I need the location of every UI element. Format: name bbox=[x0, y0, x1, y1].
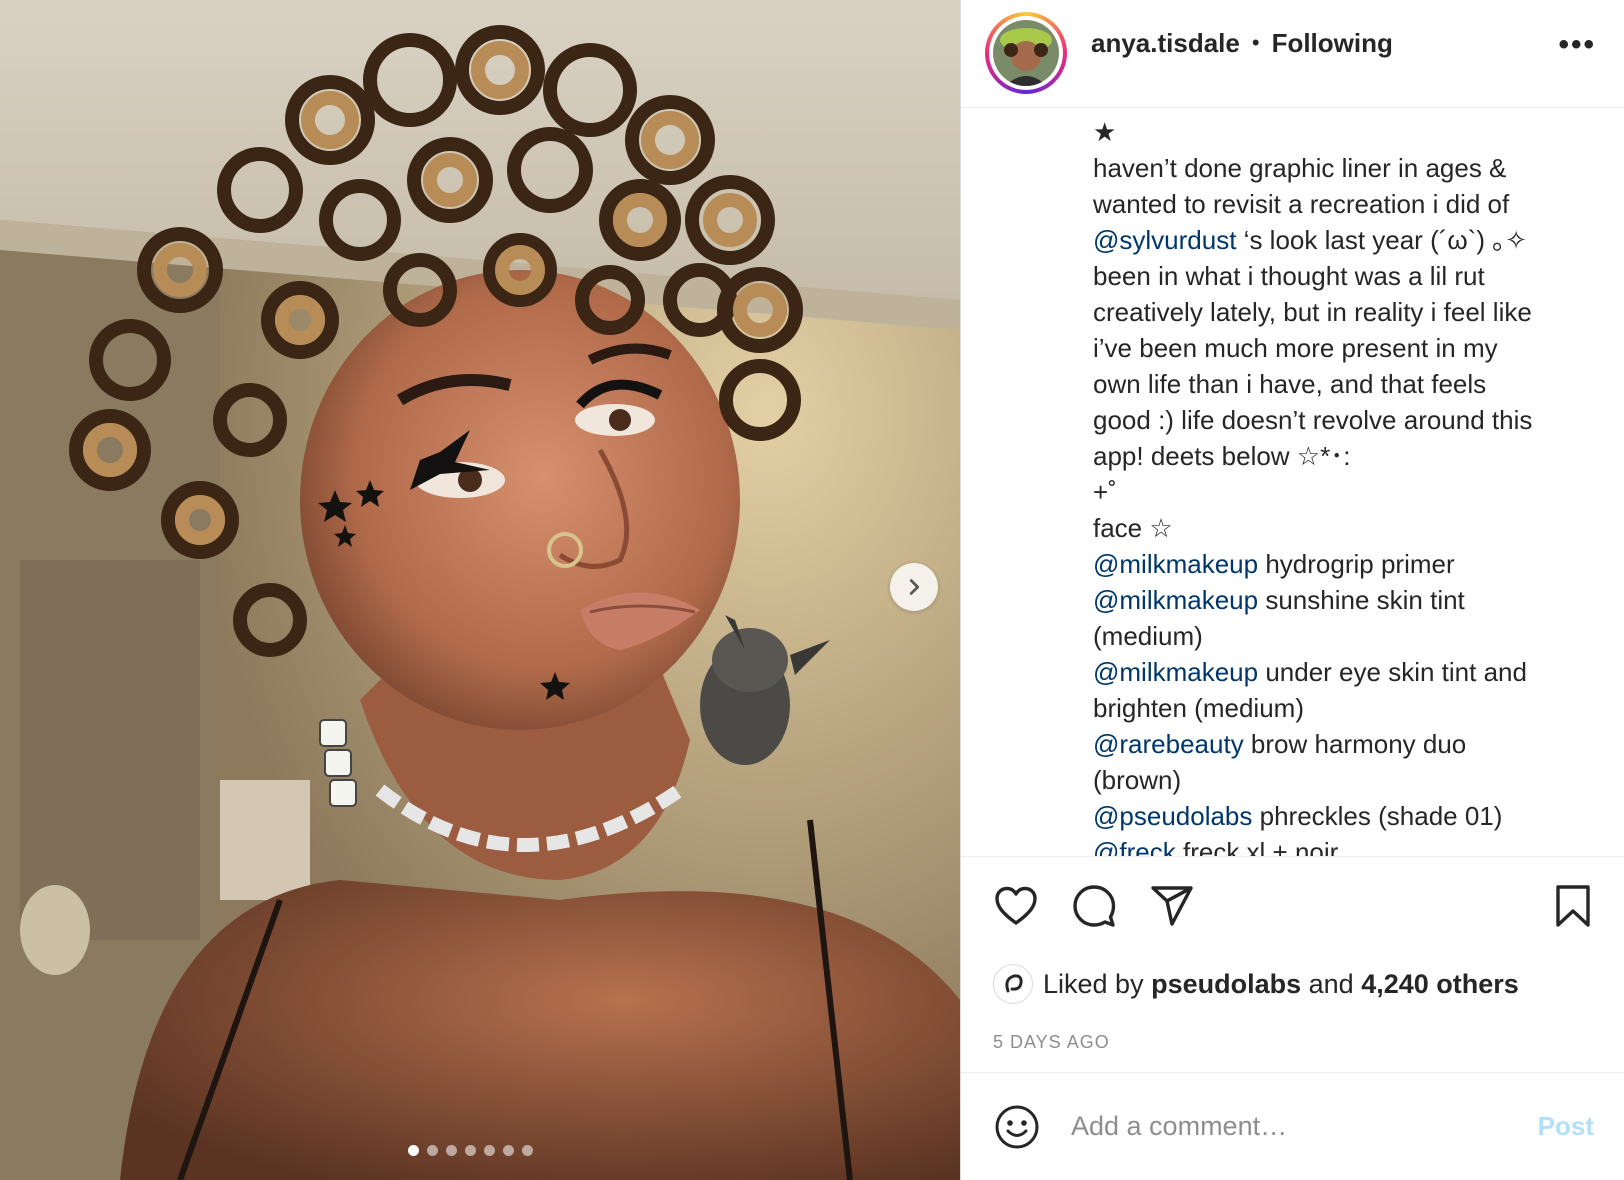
carousel-dot bbox=[503, 1145, 514, 1156]
share-button[interactable] bbox=[1145, 879, 1199, 933]
post-image bbox=[0, 0, 960, 1180]
avatar bbox=[993, 20, 1059, 87]
carousel-dot bbox=[465, 1145, 476, 1156]
likes-middle: and bbox=[1308, 968, 1354, 999]
post-comment-button[interactable]: Post bbox=[1532, 1110, 1600, 1143]
comment-button[interactable] bbox=[1067, 879, 1121, 933]
post-timestamp[interactable]: 5 DAYS AGO bbox=[961, 1032, 1624, 1072]
caption-text: brighten (medium) bbox=[1093, 692, 1304, 723]
save-button[interactable] bbox=[1546, 879, 1600, 933]
caption-line: @milkmakeup hydrogrip primer bbox=[1093, 546, 1593, 582]
caption-line: good :) life doesn’t revolve around this bbox=[1093, 402, 1593, 438]
mention-link[interactable]: @sylvurdust bbox=[1093, 225, 1236, 255]
caption-text: (brown) bbox=[1093, 764, 1182, 795]
smiley-icon bbox=[995, 1105, 1039, 1149]
caption-line: face ☆ bbox=[1093, 510, 1593, 546]
caption-text: i’ve been much more present in my bbox=[1093, 332, 1498, 363]
caption-line: brighten (medium) bbox=[1093, 690, 1593, 726]
caption-text: creatively lately, but in reality i feel… bbox=[1093, 296, 1532, 327]
caption-text: +˚ bbox=[1093, 476, 1117, 507]
like-button[interactable] bbox=[989, 879, 1043, 933]
post-viewer: anya.tisdale • Following ••• ★ haven’t do… bbox=[0, 0, 1624, 1180]
caption-line: @pseudolabs phreckles (shade 01) bbox=[1093, 798, 1593, 834]
caption-line: @rarebeauty brow harmony duo bbox=[1093, 726, 1593, 762]
comment-input[interactable] bbox=[1069, 1110, 1532, 1144]
caption-line: creatively lately, but in reality i feel… bbox=[1093, 294, 1593, 330]
caption-line: +˚ bbox=[1093, 474, 1593, 510]
likes-count-link[interactable]: 4,240 others bbox=[1361, 969, 1519, 1000]
caption-line: (brown) bbox=[1093, 762, 1593, 798]
mention-link[interactable]: @pseudolabs bbox=[1093, 801, 1252, 831]
more-options-icon[interactable]: ••• bbox=[1558, 30, 1596, 60]
carousel-dot bbox=[522, 1145, 533, 1156]
carousel-indicator bbox=[408, 1145, 533, 1156]
comment-composer: Post bbox=[961, 1072, 1624, 1180]
caption-line: ★ bbox=[1093, 114, 1593, 150]
caption-text: been in what i thought was a lil rut bbox=[1093, 260, 1485, 291]
caption-line: been in what i thought was a lil rut bbox=[1093, 258, 1593, 294]
caption: ★ haven’t done graphic liner in ages & wan… bbox=[1093, 114, 1593, 857]
caption-line: haven’t done graphic liner in ages & bbox=[1093, 150, 1593, 186]
likes-prefix: Liked by bbox=[1043, 968, 1144, 999]
heart-icon bbox=[995, 887, 1037, 926]
caption-text: wanted to revisit a recreation i did of bbox=[1093, 188, 1510, 219]
mention-link[interactable]: @freck bbox=[1093, 837, 1176, 856]
caption-text: haven’t done graphic liner in ages & bbox=[1093, 152, 1507, 183]
caption-line: own life than i have, and that feels bbox=[1093, 366, 1593, 402]
caption-text: ‘s look last year (´ω`) ｡✧ bbox=[1236, 224, 1528, 255]
carousel-dot bbox=[484, 1145, 495, 1156]
post-actions bbox=[961, 857, 1624, 957]
emoji-button[interactable] bbox=[991, 1101, 1043, 1153]
carousel-dot bbox=[408, 1145, 419, 1156]
mention-link[interactable]: @rarebeauty bbox=[1093, 729, 1244, 759]
post-photo[interactable] bbox=[0, 0, 960, 1180]
liker-username[interactable]: pseudolabs bbox=[1151, 969, 1301, 1000]
liker-avatar[interactable] bbox=[993, 964, 1033, 1005]
caption-line: @sylvurdust ‘s look last year (´ω`) ｡✧ bbox=[1093, 222, 1593, 258]
caption-text: brow harmony duo bbox=[1243, 728, 1467, 759]
mention-link[interactable]: @milkmakeup bbox=[1093, 585, 1258, 615]
carousel-dot bbox=[446, 1145, 457, 1156]
chevron-right-icon bbox=[909, 579, 920, 595]
caption-text: sunshine skin tint bbox=[1258, 584, 1465, 615]
caption-text: face ☆ bbox=[1093, 512, 1173, 543]
mention-link[interactable]: @milkmakeup bbox=[1093, 657, 1258, 687]
caption-text: own life than i have, and that feels bbox=[1093, 368, 1487, 399]
caption-text: ★ bbox=[1093, 116, 1117, 147]
post-header: anya.tisdale • Following ••• bbox=[961, 0, 1624, 108]
mention-link[interactable]: @milkmakeup bbox=[1093, 549, 1258, 579]
caption-line: app! deets below ☆*･: bbox=[1093, 438, 1593, 474]
caption-text: app! deets below ☆*･: bbox=[1093, 440, 1351, 471]
carousel-dot bbox=[427, 1145, 438, 1156]
caption-text: freck xl + noir bbox=[1175, 836, 1339, 857]
caption-line: @milkmakeup under eye skin tint and bbox=[1093, 654, 1593, 690]
comment-icon bbox=[1073, 885, 1116, 928]
caption-text: good :) life doesn’t revolve around this bbox=[1093, 404, 1533, 435]
caption-scroll-area[interactable]: ★ haven’t done graphic liner in ages & wan… bbox=[961, 108, 1624, 857]
caption-text: hydrogrip primer bbox=[1258, 548, 1455, 579]
paper-plane-icon bbox=[1151, 886, 1193, 927]
caption-line: (medium) bbox=[1093, 618, 1593, 654]
likes-summary: Liked by pseudolabs and 4,240 others bbox=[961, 956, 1624, 1012]
story-ring[interactable] bbox=[985, 12, 1067, 95]
caption-text: (medium) bbox=[1093, 620, 1203, 651]
caption-line: wanted to revisit a recreation i did of bbox=[1093, 186, 1593, 222]
post-details-panel: anya.tisdale • Following ••• ★ haven’t do… bbox=[960, 0, 1624, 1180]
bookmark-icon bbox=[1556, 885, 1590, 928]
carousel-next-button[interactable] bbox=[890, 563, 938, 611]
pseudolabs-logo-icon bbox=[1005, 974, 1023, 993]
following-button[interactable]: Following bbox=[1272, 28, 1393, 59]
header-separator: • bbox=[1251, 30, 1260, 56]
caption-line: @freck freck xl + noir bbox=[1093, 834, 1593, 857]
username-link[interactable]: anya.tisdale bbox=[1091, 28, 1240, 59]
caption-text: under eye skin tint and bbox=[1258, 656, 1527, 687]
caption-line: @milkmakeup sunshine skin tint bbox=[1093, 582, 1593, 618]
caption-line: i’ve been much more present in my bbox=[1093, 330, 1593, 366]
caption-text: phreckles (shade 01) bbox=[1252, 800, 1503, 831]
